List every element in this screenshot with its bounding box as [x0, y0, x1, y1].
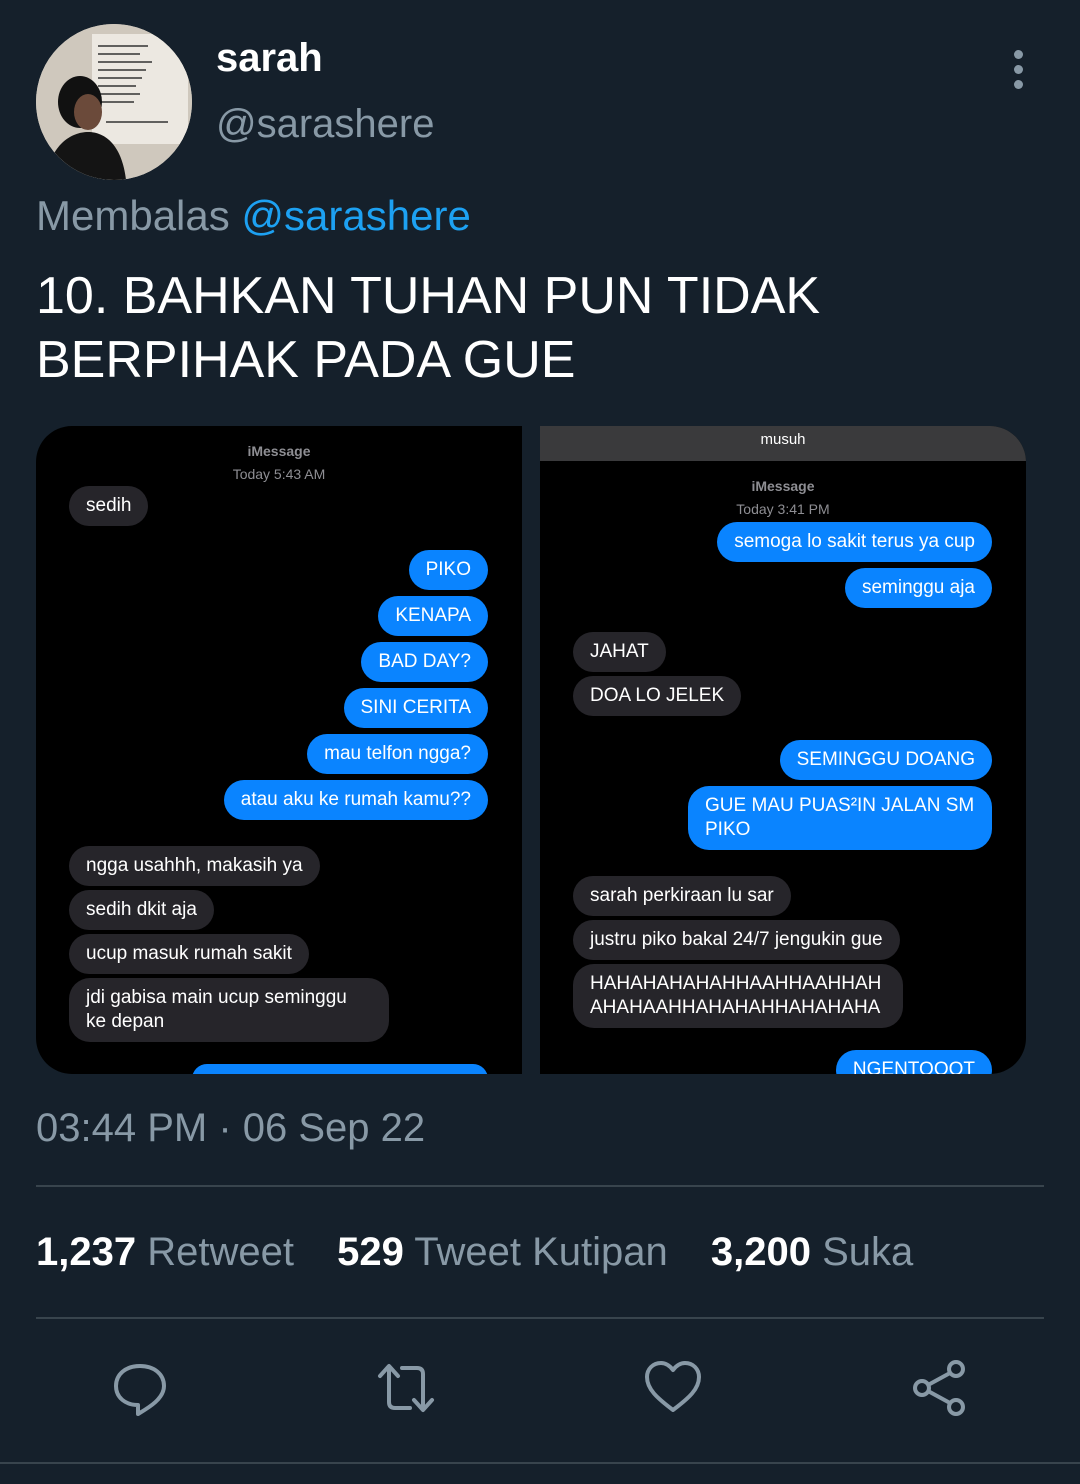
message-bubble-received: DOA LO JELEK	[573, 676, 742, 716]
retweet-count[interactable]: 1,237	[36, 1230, 136, 1274]
message-bubble-sent: SEMINGGU DOANG	[779, 740, 992, 780]
imessage-time: Today 3:41 PM	[736, 501, 830, 517]
tweet-media[interactable]: iMessage Today 5:43 AM sedih PIKO KENAPA…	[36, 426, 1026, 1074]
message-bubble-sent: PIKO	[408, 550, 488, 590]
media-image-right[interactable]: musuh iMessage Today 3:41 PM semoga lo s…	[540, 426, 1026, 1074]
reply-mention-link[interactable]: @sarashere	[241, 192, 470, 239]
message-bubble-received: JAHAT	[573, 632, 666, 672]
message-bubble-received: sedih	[69, 486, 149, 526]
message-bubble-sent: semoga lo sakit terus ya cup	[717, 522, 992, 562]
message-bubble-sent: BAD DAY?	[361, 642, 488, 682]
message-bubble-received: sedih dkit aja	[69, 890, 214, 930]
divider	[36, 1185, 1044, 1187]
message-bubble-received: ngga usahhh, makasih ya	[69, 846, 320, 886]
message-bubble-sent: atau aku ke rumah kamu??	[223, 780, 488, 820]
avatar[interactable]	[36, 24, 192, 180]
retweet-label[interactable]: Retweet	[147, 1230, 294, 1274]
message-bubble-received: HAHAHAHAHAHHAAHHAAHHAH AHAHAAHHAHAHAHHAH…	[573, 964, 903, 1028]
message-bubble-sent-cropped	[192, 1064, 488, 1074]
tweet-text-line: 10. BAHKAN TUHAN PUN TIDAK	[36, 267, 821, 325]
imessage-label: iMessage	[247, 443, 311, 459]
display-name[interactable]: sarah	[216, 36, 323, 81]
imessage-time: Today 5:43 AM	[232, 466, 326, 482]
message-bubble-sent: GUE MAU PUAS²IN JALAN SM PIKO	[688, 786, 992, 850]
avatar-photo	[36, 24, 192, 180]
user-handle[interactable]: @sarashere	[216, 102, 434, 147]
message-bubble-sent: mau telfon ngga?	[307, 734, 488, 774]
tweet-text-line: BERPIHAK PADA GUE	[36, 331, 576, 389]
message-bubble-received: jdi gabisa main ucup seminggu ke depan	[69, 978, 389, 1042]
like-count[interactable]: 3,200	[711, 1230, 811, 1274]
tweet-text: 10. BAHKAN TUHAN PUN TIDAK BERPIHAK PADA…	[36, 264, 1036, 392]
message-bubble-sent-cropped: NGENTOOOT	[835, 1050, 992, 1074]
heart-icon[interactable]	[643, 1358, 703, 1418]
like-label[interactable]: Suka	[822, 1230, 913, 1274]
share-icon[interactable]	[910, 1358, 970, 1418]
divider	[36, 1317, 1044, 1319]
more-vertical-icon[interactable]	[998, 50, 1038, 100]
message-bubble-sent: seminggu aja	[844, 568, 992, 608]
reply-icon[interactable]	[110, 1358, 170, 1418]
reply-prefix: Membalas	[36, 192, 230, 239]
quote-label[interactable]: Tweet Kutipan	[414, 1230, 668, 1274]
message-bubble-sent: KENAPA	[378, 596, 488, 636]
contact-header: musuh	[540, 426, 1026, 461]
bottom-divider	[0, 1462, 1080, 1484]
message-bubble-sent: SINI CERITA	[343, 688, 488, 728]
quote-count[interactable]: 529	[337, 1230, 404, 1274]
media-image-left[interactable]: iMessage Today 5:43 AM sedih PIKO KENAPA…	[36, 426, 522, 1074]
tweet-stats: 1,237 Retweet 529 Tweet Kutipan 3,200 Su…	[36, 1230, 945, 1275]
tweet-timestamp[interactable]: 03:44 PM · 06 Sep 22	[36, 1106, 425, 1151]
reply-context: Membalas @sarashere	[36, 192, 471, 240]
message-bubble-received: ucup masuk rumah sakit	[69, 934, 309, 974]
message-bubble-received: sarah perkiraan lu sar	[573, 876, 791, 916]
imessage-label: iMessage	[751, 478, 815, 494]
message-bubble-received: justru piko bakal 24/7 jengukin gue	[573, 920, 900, 960]
retweet-icon[interactable]	[376, 1358, 436, 1418]
